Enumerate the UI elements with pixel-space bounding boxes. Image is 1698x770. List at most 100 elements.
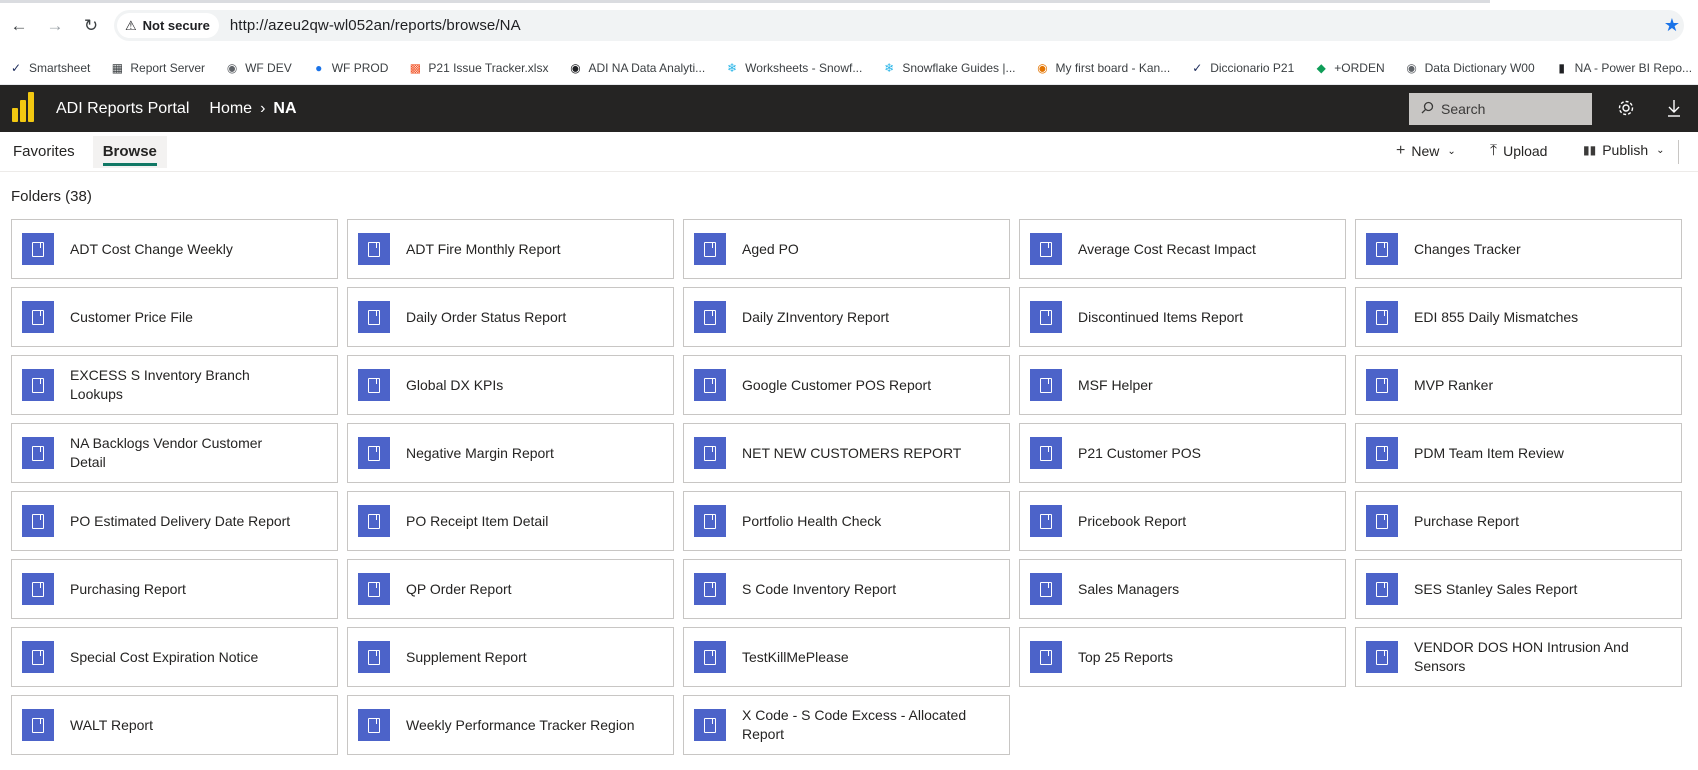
folder-tile[interactable]: Portfolio Health Check: [683, 491, 1010, 551]
folder-tile[interactable]: NA Backlogs Vendor Customer Detail: [11, 423, 338, 483]
folder-tile[interactable]: PO Receipt Item Detail: [347, 491, 674, 551]
folder-tile[interactable]: Daily Order Status Report: [347, 287, 674, 347]
folder-tile[interactable]: Purchase Report: [1355, 491, 1682, 551]
folder-tile[interactable]: ADT Cost Change Weekly: [11, 219, 338, 279]
breadcrumb-home[interactable]: Home: [209, 100, 252, 118]
bookmark-item[interactable]: ◉ ADI NA Data Analyti...: [567, 60, 705, 76]
folder-tile[interactable]: Special Cost Expiration Notice: [11, 627, 338, 687]
folder-tile[interactable]: Google Customer POS Report: [683, 355, 1010, 415]
folder-tile[interactable]: MVP Ranker: [1355, 355, 1682, 415]
folder-icon: [358, 505, 390, 537]
bookmark-label: +ORDEN: [1334, 61, 1385, 75]
folder-icon: [694, 233, 726, 265]
publish-button[interactable]: ▮▮ Publish ⌄: [1583, 142, 1665, 158]
folder-name: Supplement Report: [406, 648, 527, 665]
folder-tile[interactable]: Supplement Report: [347, 627, 674, 687]
folder-tile[interactable]: PO Estimated Delivery Date Report: [11, 491, 338, 551]
publish-label: Publish: [1602, 142, 1649, 158]
orden-icon: ◆: [1316, 61, 1326, 75]
plus-icon: +: [1396, 142, 1406, 159]
folder-name: Global DX KPIs: [406, 376, 504, 393]
bookmark-label: Report Server: [130, 61, 206, 75]
forward-arrow-icon[interactable]: →: [44, 15, 66, 37]
folder-icon: [694, 641, 726, 673]
folder-tile[interactable]: Global DX KPIs: [347, 355, 674, 415]
flame-icon: ●: [315, 61, 323, 75]
security-indicator[interactable]: ⚠ Not secure: [117, 13, 219, 38]
url-text[interactable]: http://azeu2qw-wl052an/reports/browse/NA: [230, 17, 521, 34]
back-arrow-icon[interactable]: ←: [8, 15, 30, 37]
bookmark-star-icon[interactable]: ★: [1664, 15, 1680, 36]
folder-name: TestKillMePlease: [742, 648, 849, 665]
bookmark-item[interactable]: ◉ Data Dictionary W00: [1404, 60, 1535, 76]
bookmark-item[interactable]: ◆ +ORDEN: [1313, 60, 1385, 76]
bookmark-label: Data Dictionary W00: [1424, 61, 1535, 75]
folder-tile[interactable]: PDM Team Item Review: [1355, 423, 1682, 483]
bookmark-item[interactable]: ▮ NA - Power BI Repo...: [1554, 60, 1692, 76]
bookmark-item[interactable]: ✓ Smartsheet: [8, 60, 90, 76]
folder-tile[interactable]: WALT Report: [11, 695, 338, 755]
folder-name: X Code - S Code Excess - Allocated Repor…: [742, 707, 967, 742]
upload-button[interactable]: ⤒ Upload: [1490, 142, 1547, 160]
bookmark-label: ADI NA Data Analyti...: [588, 61, 706, 75]
folder-icon: [22, 369, 54, 401]
folder-tile[interactable]: VENDOR DOS HON Intrusion And Sensors: [1355, 627, 1682, 687]
folder-icon: [358, 573, 390, 605]
folder-tile[interactable]: EDI 855 Daily Mismatches: [1355, 287, 1682, 347]
folder-tile[interactable]: Discontinued Items Report: [1019, 287, 1346, 347]
bookmark-item[interactable]: ❄ Snowflake Guides |...: [881, 60, 1015, 76]
folder-icon: [22, 505, 54, 537]
portal-title[interactable]: ADI Reports Portal: [56, 100, 189, 118]
folder-tile[interactable]: Sales Managers: [1019, 559, 1346, 619]
bookmark-item[interactable]: ▩ P21 Issue Tracker.xlsx: [407, 60, 549, 76]
folder-tile[interactable]: SES Stanley Sales Report: [1355, 559, 1682, 619]
breadcrumb-current: NA: [273, 99, 297, 117]
folder-tile[interactable]: Weekly Performance Tracker Region: [347, 695, 674, 755]
folder-tile[interactable]: ADT Fire Monthly Report: [347, 219, 674, 279]
folder-tile[interactable]: Customer Price File: [11, 287, 338, 347]
folder-tile[interactable]: Pricebook Report: [1019, 491, 1346, 551]
bookmark-item[interactable]: ❄ Worksheets - Snowf...: [724, 60, 862, 76]
folder-name: Average Cost Recast Impact: [1078, 240, 1256, 257]
folder-tile[interactable]: Average Cost Recast Impact: [1019, 219, 1346, 279]
folder-icon: [22, 709, 54, 741]
folder-tile[interactable]: TestKillMePlease: [683, 627, 1010, 687]
folder-tile[interactable]: EXCESS S Inventory Branch Lookups: [11, 355, 338, 415]
folder-tile[interactable]: MSF Helper: [1019, 355, 1346, 415]
folder-tile[interactable]: Daily ZInventory Report: [683, 287, 1010, 347]
folder-tile[interactable]: Changes Tracker: [1355, 219, 1682, 279]
folder-tile[interactable]: X Code - S Code Excess - Allocated Repor…: [683, 695, 1010, 755]
snowflake-icon: ❄: [884, 61, 895, 75]
folder-name: MVP Ranker: [1414, 376, 1494, 393]
folder-tile[interactable]: P21 Customer POS: [1019, 423, 1346, 483]
search-icon: [1421, 101, 1434, 117]
bookmark-item[interactable]: ◉ WF DEV: [224, 60, 292, 76]
download-icon[interactable]: [1663, 97, 1685, 119]
gear-icon[interactable]: [1615, 97, 1637, 119]
folder-icon: [1366, 369, 1398, 401]
bookmark-item[interactable]: ● WF PROD: [311, 60, 388, 76]
folder-tile[interactable]: Aged PO: [683, 219, 1010, 279]
bookmark-item[interactable]: ◉ My first board - Kan...: [1035, 60, 1170, 76]
folder-tile[interactable]: NET NEW CUSTOMERS REPORT: [683, 423, 1010, 483]
bookmark-item[interactable]: ✓ Diccionario P21: [1189, 60, 1294, 76]
folder-name: NET NEW CUSTOMERS REPORT: [742, 444, 962, 461]
new-label: New: [1411, 143, 1440, 159]
reload-icon[interactable]: ↻: [80, 15, 102, 37]
folder-tile[interactable]: S Code Inventory Report: [683, 559, 1010, 619]
address-bar[interactable]: ⚠ Not secure http://azeu2qw-wl052an/repo…: [114, 10, 1684, 41]
folder-name: Negative Margin Report: [406, 444, 554, 461]
view-toolbar: Favorites Browse + New ⌄ ⤒ Upload ▮▮ Pub…: [0, 132, 1698, 172]
tab-browse[interactable]: Browse: [92, 135, 167, 168]
warning-triangle-icon: ⚠: [125, 17, 137, 33]
new-button[interactable]: + New ⌄: [1396, 142, 1456, 160]
upload-label: Upload: [1503, 143, 1548, 159]
tab-favorites[interactable]: Favorites: [13, 136, 75, 168]
bookmark-item[interactable]: ▦ Report Server: [109, 60, 205, 76]
search-input[interactable]: Search: [1409, 93, 1592, 125]
folder-tile[interactable]: Top 25 Reports: [1019, 627, 1346, 687]
folder-icon: [22, 573, 54, 605]
folder-tile[interactable]: Purchasing Report: [11, 559, 338, 619]
folder-tile[interactable]: QP Order Report: [347, 559, 674, 619]
folder-tile[interactable]: Negative Margin Report: [347, 423, 674, 483]
